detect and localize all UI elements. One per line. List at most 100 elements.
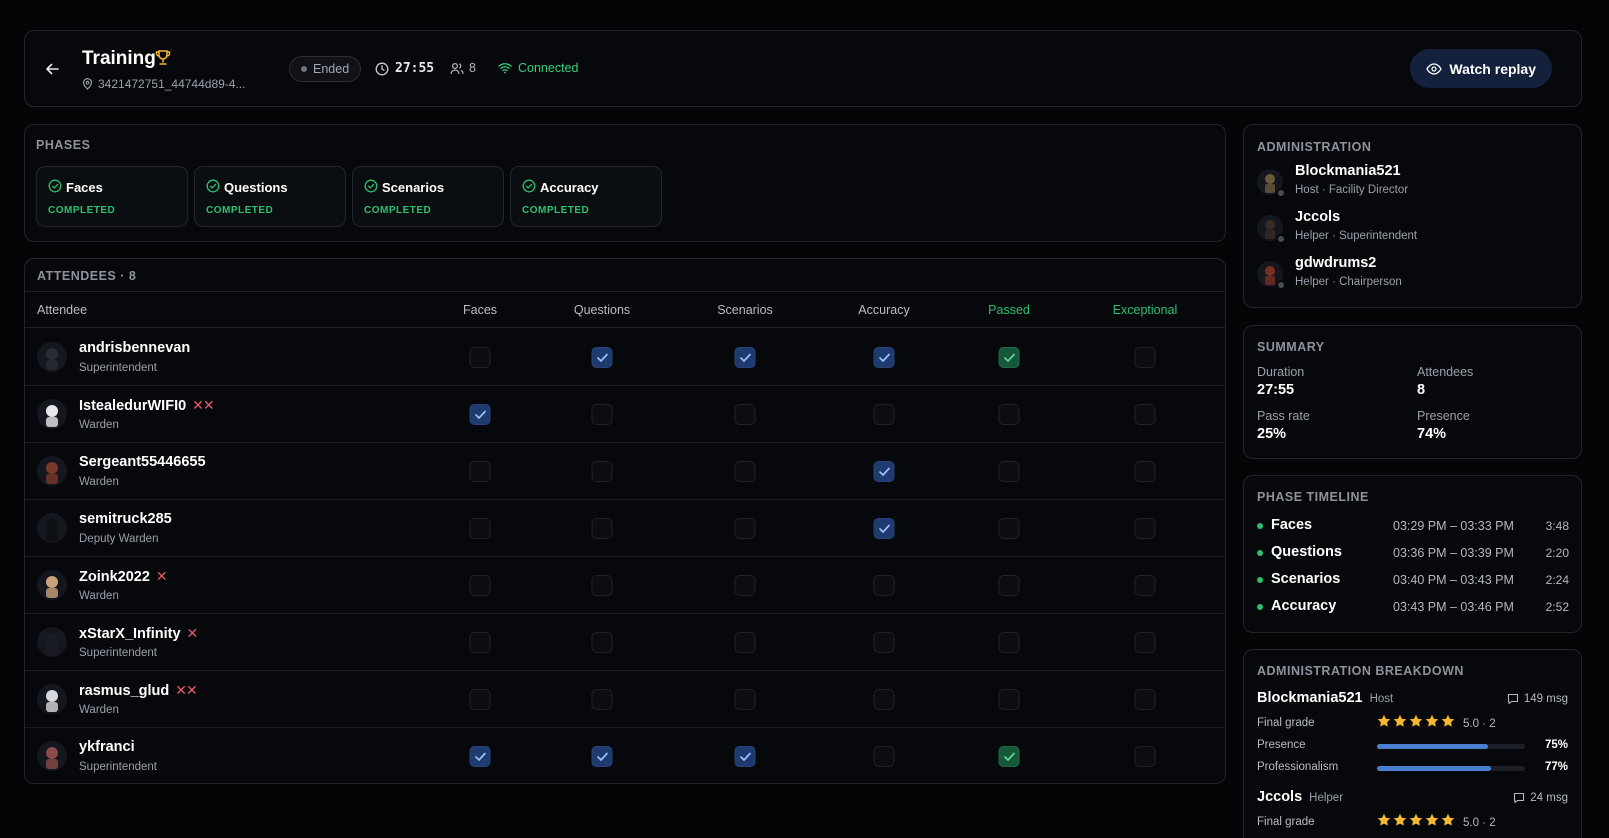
timeline-duration: 2:24 <box>1545 573 1569 587</box>
checkbox-faces[interactable] <box>469 746 491 767</box>
check-icon <box>878 524 890 533</box>
col-exceptional: Exceptional <box>1112 303 1178 317</box>
checkbox-faces[interactable] <box>469 689 491 710</box>
trophy-icon <box>155 49 171 71</box>
status-text: Ended <box>313 62 350 76</box>
checkbox-questions[interactable] <box>591 347 613 368</box>
checkbox-passed[interactable] <box>998 746 1020 767</box>
timeline-item: Scenarios 03:40 PM – 03:43 PM 2:24 <box>1257 570 1569 590</box>
strike-marks: ✕✕ <box>175 682 197 698</box>
checkbox-passed[interactable] <box>998 689 1020 710</box>
star-rating: 5.0 · 2 <box>1377 813 1496 832</box>
check-circle-icon <box>206 179 220 193</box>
status-dot <box>1276 234 1286 244</box>
checkbox-passed[interactable] <box>998 575 1020 596</box>
checkbox-accuracy[interactable] <box>873 347 895 368</box>
checkbox-faces[interactable] <box>469 518 491 539</box>
checkbox-passed[interactable] <box>998 461 1020 482</box>
checkbox-scenarios[interactable] <box>734 632 756 653</box>
phase-card-faces[interactable]: Faces COMPLETED <box>36 166 188 227</box>
checkbox-accuracy[interactable] <box>873 746 895 767</box>
checkbox-faces[interactable] <box>469 632 491 653</box>
attendee-name-text: ykfranci <box>79 739 135 755</box>
stat-value: 27:55 <box>1257 382 1295 398</box>
users-icon <box>450 62 464 74</box>
staff-name: Jccols <box>1295 209 1341 225</box>
stat-pass-rate: Pass rate 25% <box>1257 409 1310 442</box>
session-id-text: 3421472751_44744d89-4... <box>98 77 246 91</box>
checkbox-exceptional[interactable] <box>1134 461 1156 482</box>
checkbox-accuracy[interactable] <box>873 632 895 653</box>
checkbox-faces[interactable] <box>469 461 491 482</box>
checkbox-questions[interactable] <box>591 461 613 482</box>
checkbox-accuracy[interactable] <box>873 575 895 596</box>
checkbox-passed[interactable] <box>998 347 1020 368</box>
checkbox-accuracy[interactable] <box>873 689 895 710</box>
checkbox-questions[interactable] <box>591 518 613 539</box>
checkbox-questions[interactable] <box>591 689 613 710</box>
presence-bar-fill <box>1377 744 1488 749</box>
checkbox-passed[interactable] <box>998 518 1020 539</box>
professionalism-bar-fill <box>1377 766 1491 771</box>
checkbox-exceptional[interactable] <box>1134 746 1156 767</box>
check-icon <box>474 752 486 761</box>
phase-card-scenarios[interactable]: Scenarios COMPLETED <box>352 166 504 227</box>
stat-attendees: Attendees 8 <box>1417 365 1473 398</box>
user-count: 8 <box>450 61 476 75</box>
watch-replay-button[interactable]: Watch replay <box>1410 49 1552 88</box>
session-timer: 27:55 <box>375 61 434 76</box>
phase-card-accuracy[interactable]: Accuracy COMPLETED <box>510 166 662 227</box>
checkbox-exceptional[interactable] <box>1134 632 1156 653</box>
checkbox-scenarios[interactable] <box>734 575 756 596</box>
table-row: andrisbennevan Superintendent <box>25 329 1225 386</box>
checkbox-accuracy[interactable] <box>873 461 895 482</box>
checkbox-faces[interactable] <box>469 575 491 596</box>
stat-label: Presence <box>1417 409 1470 423</box>
checkbox-questions[interactable] <box>591 575 613 596</box>
phase-card-questions[interactable]: Questions COMPLETED <box>194 166 346 227</box>
checkbox-questions[interactable] <box>591 746 613 767</box>
checkbox-scenarios[interactable] <box>734 461 756 482</box>
phase-timeline-title: PHASE TIMELINE <box>1257 490 1369 504</box>
checkbox-faces[interactable] <box>469 404 491 425</box>
checkbox-passed[interactable] <box>998 404 1020 425</box>
star-icon <box>1425 714 1439 733</box>
checkbox-exceptional[interactable] <box>1134 347 1156 368</box>
checkbox-questions[interactable] <box>591 404 613 425</box>
checkbox-scenarios[interactable] <box>734 746 756 767</box>
attendees-title: ATTENDEES · 8 <box>37 269 137 283</box>
back-button[interactable] <box>43 60 61 78</box>
checkbox-passed[interactable] <box>998 632 1020 653</box>
attendee-name: andrisbennevan <box>79 340 190 356</box>
strike-marks: ✕✕ <box>192 397 214 413</box>
staff-item: Jccols Helper · Superintendent <box>1257 209 1557 249</box>
checkbox-accuracy[interactable] <box>873 404 895 425</box>
checkbox-questions[interactable] <box>591 632 613 653</box>
message-count: 24 msg <box>1513 792 1568 804</box>
checkbox-exceptional[interactable] <box>1134 575 1156 596</box>
staff-role: Host <box>1369 693 1394 705</box>
timeline-dot <box>1257 577 1263 583</box>
eye-icon <box>1426 62 1443 75</box>
stat-presence: Presence 74% <box>1417 409 1470 442</box>
checkbox-scenarios[interactable] <box>734 347 756 368</box>
session-header: Training 3421472751_44744d89-4... Ended … <box>24 30 1582 107</box>
user-count-text: 8 <box>469 61 476 75</box>
check-circle-icon <box>522 179 536 198</box>
checkbox-exceptional[interactable] <box>1134 518 1156 539</box>
attendee-name: ykfranci <box>79 739 135 755</box>
attendee-role: Superintendent <box>79 761 158 773</box>
professionalism-bar <box>1377 766 1525 771</box>
checkbox-scenarios[interactable] <box>734 518 756 539</box>
checkbox-exceptional[interactable] <box>1134 689 1156 710</box>
checkbox-scenarios[interactable] <box>734 689 756 710</box>
checkbox-faces[interactable] <box>469 347 491 368</box>
checkbox-accuracy[interactable] <box>873 518 895 539</box>
col-scenarios: Scenarios <box>717 303 773 317</box>
check-icon <box>1003 353 1015 362</box>
phase-timeline-panel: PHASE TIMELINE Faces 03:29 PM – 03:33 PM 3… <box>1243 475 1582 633</box>
checkbox-exceptional[interactable] <box>1134 404 1156 425</box>
star-icon <box>1441 714 1455 733</box>
check-icon <box>878 467 890 476</box>
checkbox-scenarios[interactable] <box>734 404 756 425</box>
